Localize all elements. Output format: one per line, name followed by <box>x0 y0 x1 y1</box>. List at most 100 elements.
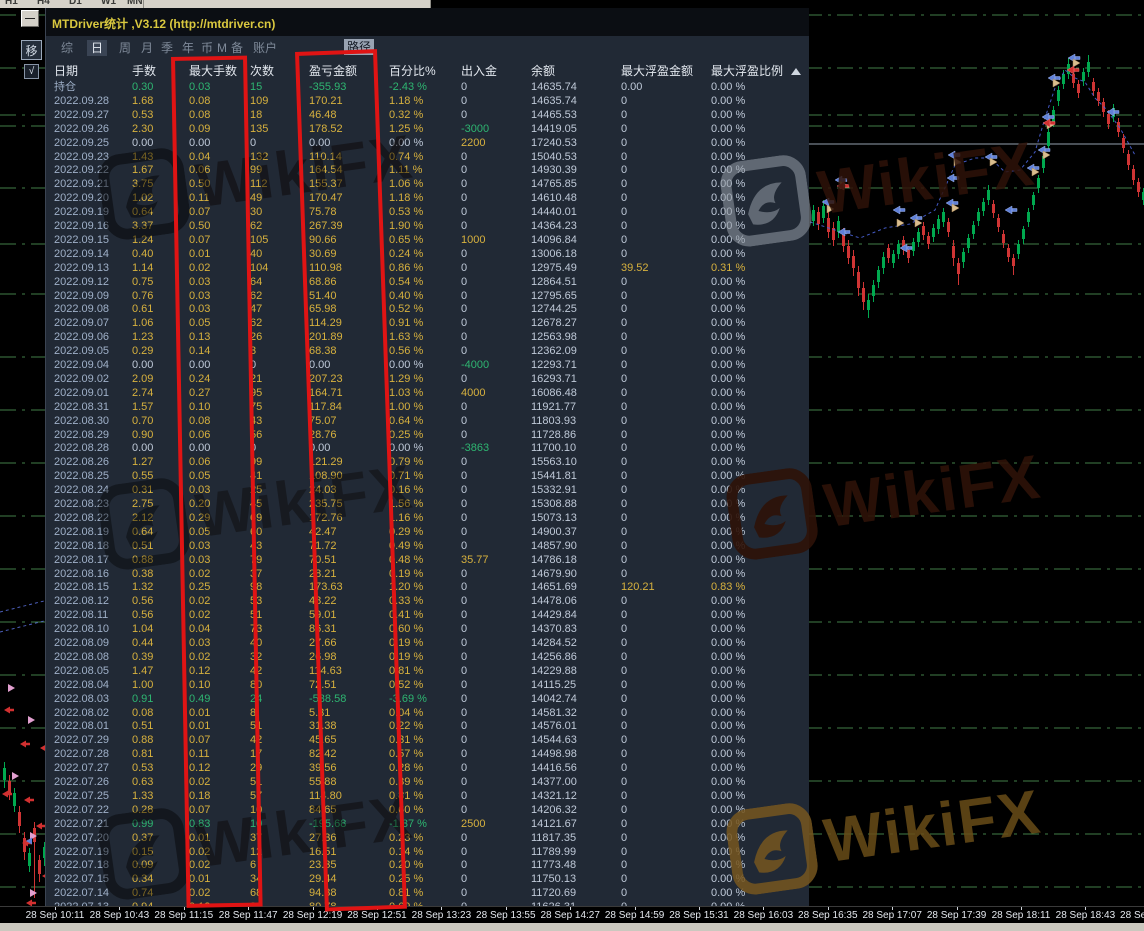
cell-9: 0.00 % <box>711 358 745 372</box>
timeframe-button-d1[interactable]: D1 <box>69 0 82 7</box>
minimize-indicator-button[interactable]: — <box>21 10 39 27</box>
cell-7: 15040.53 <box>531 150 577 164</box>
cell-5: 0.71 % <box>389 469 423 483</box>
menu-item-1[interactable]: 日 <box>87 40 107 56</box>
cell-8: 0 <box>621 858 627 872</box>
candle-body <box>38 860 41 874</box>
cell-7: 16086.48 <box>531 386 577 400</box>
cell-9: 0.00 % <box>711 80 745 94</box>
cell-5: 1.90 % <box>389 219 423 233</box>
cell-5: 0.16 % <box>389 483 423 497</box>
cell-8: 0 <box>621 163 627 177</box>
candle-body <box>1062 74 1065 84</box>
cell-6: 0 <box>461 289 467 303</box>
cell-5: 0.54 % <box>389 275 423 289</box>
cell-8: 0 <box>621 302 627 316</box>
cell-5: 1.16 % <box>389 511 423 525</box>
move-tool-button[interactable]: 移 <box>21 40 42 60</box>
cell-6: 0 <box>461 163 467 177</box>
timeframe-toolbar[interactable]: H1 H4 D1 W1 MN <box>0 0 431 8</box>
cell-9: 0.00 % <box>711 650 745 664</box>
exit-marker-icon <box>990 158 997 166</box>
timeframe-button-h1[interactable]: H1 <box>5 0 18 7</box>
table-row: 2022.09.040.000.0000.000.00 %-400012293.… <box>46 358 809 372</box>
table-row: 2022.07.251.330.1857114.800.81 %014321.1… <box>46 789 809 803</box>
cell-8: 0 <box>621 469 627 483</box>
sell-marker-icon <box>4 707 14 714</box>
cell-1: 2.12 <box>132 511 153 525</box>
timeframe-button-w1[interactable]: W1 <box>101 0 116 7</box>
bottom-scrollbar-strip[interactable] <box>0 923 1144 931</box>
cell-9: 0.00 % <box>711 219 745 233</box>
menu-item-5[interactable]: 年 <box>182 40 194 56</box>
cell-6: 0 <box>461 483 467 497</box>
cell-6: 0 <box>461 567 467 581</box>
cell-5: 1.00 % <box>389 400 423 414</box>
cell-1: 1.67 <box>132 163 153 177</box>
cell-7: 12744.25 <box>531 302 577 316</box>
table-row: 2022.07.290.880.074245.650.31 %014544.63… <box>46 733 809 747</box>
cell-0: 2022.09.15 <box>54 233 109 247</box>
menu-item-9[interactable]: 账户 <box>253 40 277 56</box>
cell-1: 1.23 <box>132 330 153 344</box>
cell-8: 0 <box>621 344 627 358</box>
cell-8: 0 <box>621 664 627 678</box>
menu-item-8[interactable]: 备 <box>231 40 243 56</box>
cell-1: 0.28 <box>132 803 153 817</box>
cell-1: 2.74 <box>132 386 153 400</box>
cell-1: 0.15 <box>132 845 153 859</box>
table-row: 持仓0.300.0315-355.93-2.43 %014635.740.000… <box>46 80 809 94</box>
table-row: 2022.09.131.140.02104110.980.86 %012975.… <box>46 261 809 275</box>
cell-9: 0.00 % <box>711 441 745 455</box>
cell-6: 0 <box>461 219 467 233</box>
table-row: 2022.09.231.430.04132110.140.74 %015040.… <box>46 150 809 164</box>
scroll-up-arrow-icon[interactable] <box>791 68 801 75</box>
timeframe-button-h4[interactable]: H4 <box>37 0 50 7</box>
menu-item-4[interactable]: 季 <box>161 40 173 56</box>
candle-body <box>817 212 820 224</box>
cell-6: -3863 <box>461 441 489 455</box>
cell-8: 0 <box>621 386 627 400</box>
candle-body <box>897 244 900 254</box>
menu-item-0[interactable]: 综 <box>61 40 73 56</box>
menu-item-6[interactable]: 币 <box>201 40 213 56</box>
candle-body <box>982 202 985 211</box>
cell-9: 0.00 % <box>711 789 745 803</box>
cell-6: 2500 <box>461 817 485 831</box>
cell-6: 0 <box>461 789 467 803</box>
menu-item-3[interactable]: 月 <box>141 40 153 56</box>
candle-body <box>952 246 955 258</box>
cell-0: 2022.08.22 <box>54 511 109 525</box>
axis-label: 28 Sep 17:07 <box>862 910 922 921</box>
cell-6: 0 <box>461 316 467 330</box>
cell-0: 2022.09.16 <box>54 219 109 233</box>
exit-marker-icon <box>1043 151 1050 159</box>
cell-0: 2022.07.15 <box>54 872 109 886</box>
buy-marker-icon <box>900 244 912 252</box>
check-tool-button[interactable]: √ <box>24 64 39 79</box>
cell-3: 62 <box>250 219 262 233</box>
timeframe-button-mn[interactable]: MN <box>127 0 143 7</box>
table-row: 2022.08.250.550.0541108.900.71 %015441.8… <box>46 469 809 483</box>
cell-8: 0 <box>621 455 627 469</box>
candle-body <box>13 793 16 806</box>
axis-label: 28 Sep 10:43 <box>90 910 150 921</box>
cell-0: 2022.09.21 <box>54 177 109 191</box>
cell-7: 14465.53 <box>531 108 577 122</box>
cell-9: 0.00 % <box>711 316 745 330</box>
cell-0: 2022.08.12 <box>54 594 109 608</box>
menu-item-7[interactable]: M <box>217 40 227 56</box>
axis-label: 28 Sep 13:55 <box>476 910 536 921</box>
cell-7: 14429.84 <box>531 608 577 622</box>
cell-1: 0.90 <box>132 428 153 442</box>
table-row: 2022.09.071.060.0562114.290.91 %012678.2… <box>46 316 809 330</box>
cell-9: 0.31 % <box>711 261 745 275</box>
cell-8: 0 <box>621 775 627 789</box>
cell-1: 2.09 <box>132 372 153 386</box>
cell-8: 0 <box>621 511 627 525</box>
cell-1: 0.37 <box>132 831 153 845</box>
menu-item-2[interactable]: 周 <box>119 40 131 56</box>
cell-0: 2022.09.13 <box>54 261 109 275</box>
cell-0: 2022.07.27 <box>54 761 109 775</box>
cell-8: 0 <box>621 650 627 664</box>
